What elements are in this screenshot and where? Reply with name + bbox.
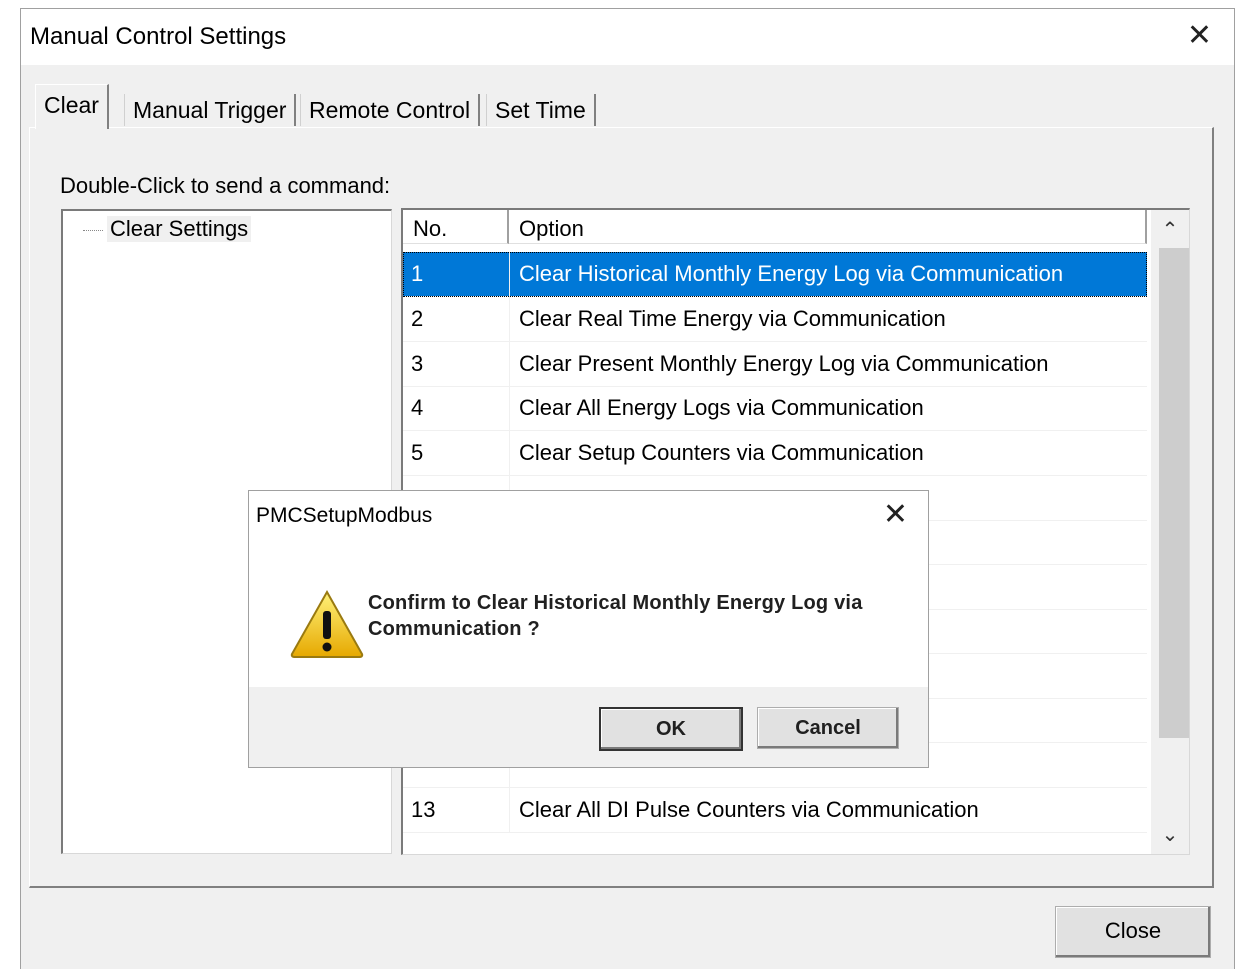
dialog-title: PMCSetupModbus	[256, 504, 433, 527]
vertical-scrollbar[interactable]: ⌃ ⌄	[1151, 210, 1189, 854]
list-row[interactable]: 5 Clear Setup Counters via Communication	[403, 431, 1147, 476]
list-row[interactable]: 3 Clear Present Monthly Energy Log via C…	[403, 342, 1147, 387]
window-close-icon[interactable]: ✕	[1187, 19, 1212, 53]
manual-control-settings-window: Manual Control Settings ✕ Clear Manual T…	[20, 8, 1235, 969]
tab-clear[interactable]: Clear	[35, 84, 109, 129]
tab-manual-trigger[interactable]: Manual Trigger	[124, 94, 297, 126]
scroll-down-icon[interactable]: ⌄	[1151, 818, 1189, 854]
list-row[interactable]: 4 Clear All Energy Logs via Communicatio…	[403, 386, 1147, 431]
column-header-no[interactable]: No.	[403, 210, 509, 244]
tree-connector	[83, 230, 103, 231]
row-option: Clear All Energy Logs via Communication	[519, 395, 924, 420]
tab-set-time[interactable]: Set Time	[486, 94, 596, 126]
list-row[interactable]: 1 Clear Historical Monthly Energy Log vi…	[403, 252, 1147, 297]
row-option: Clear Historical Monthly Energy Log via …	[519, 261, 1064, 286]
list-row[interactable]: 2 Clear Real Time Energy via Communicati…	[403, 297, 1147, 342]
dialog-footer: OK Cancel	[249, 687, 928, 767]
warning-icon	[290, 589, 364, 658]
instruction-label: Double-Click to send a command:	[60, 173, 391, 198]
row-option: Clear Real Time Energy via Communication	[519, 306, 946, 331]
dialog-message-line-1: Confirm to Clear Historical Monthly Ener…	[368, 592, 863, 614]
row-number: 3	[411, 351, 424, 376]
row-number: 13	[411, 797, 436, 822]
list-header: No. Option	[403, 210, 1147, 246]
row-number: 5	[411, 440, 424, 465]
tree-item-clear-settings[interactable]: Clear Settings	[107, 216, 252, 242]
column-header-option[interactable]: Option	[509, 210, 1147, 244]
row-number: 1	[411, 261, 424, 286]
title-bar: Manual Control Settings ✕	[21, 9, 1234, 65]
scroll-up-icon[interactable]: ⌃	[1151, 210, 1189, 246]
ok-button[interactable]: OK	[599, 707, 743, 751]
row-number: 4	[411, 395, 424, 420]
window-title: Manual Control Settings	[30, 23, 287, 50]
list-row[interactable]: 13 Clear All DI Pulse Counters via Commu…	[403, 788, 1147, 833]
dialog-message-line-2: Communication ?	[368, 618, 540, 640]
row-option: Clear Present Monthly Energy Log via Com…	[519, 351, 1049, 376]
cancel-button[interactable]: Cancel	[757, 707, 899, 749]
scroll-thumb[interactable]	[1159, 248, 1189, 738]
dialog-message: Confirm to Clear Historical Monthly Ener…	[368, 590, 863, 642]
confirm-dialog: PMCSetupModbus ✕ Confirm to Clear Histor…	[248, 490, 929, 768]
tab-remote-control[interactable]: Remote Control	[300, 94, 481, 126]
close-button[interactable]: Close	[1055, 906, 1211, 958]
row-number: 2	[411, 306, 424, 331]
row-option: Clear All DI Pulse Counters via Communic…	[519, 797, 979, 822]
dialog-close-icon[interactable]: ✕	[883, 497, 908, 533]
row-option: Clear Setup Counters via Communication	[519, 440, 924, 465]
